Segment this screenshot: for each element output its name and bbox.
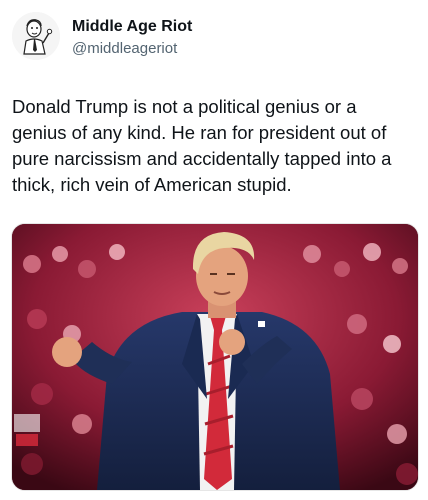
display-name[interactable]: Middle Age Riot	[72, 17, 192, 37]
left-fist	[52, 337, 82, 367]
author-names: Middle Age Riot @middleageriot	[72, 17, 192, 59]
user-handle[interactable]: @middleageriot	[72, 39, 192, 59]
rally-photo	[12, 224, 418, 490]
right-hand	[219, 329, 245, 355]
profile-avatar[interactable]	[12, 12, 60, 60]
cartoon-man-avatar-icon	[12, 12, 60, 60]
tweet-media-photo[interactable]	[11, 223, 419, 491]
tweet-text: Donald Trump is not a political genius o…	[12, 96, 392, 195]
tweet-header: Middle Age Riot @middleageriot	[12, 12, 192, 60]
